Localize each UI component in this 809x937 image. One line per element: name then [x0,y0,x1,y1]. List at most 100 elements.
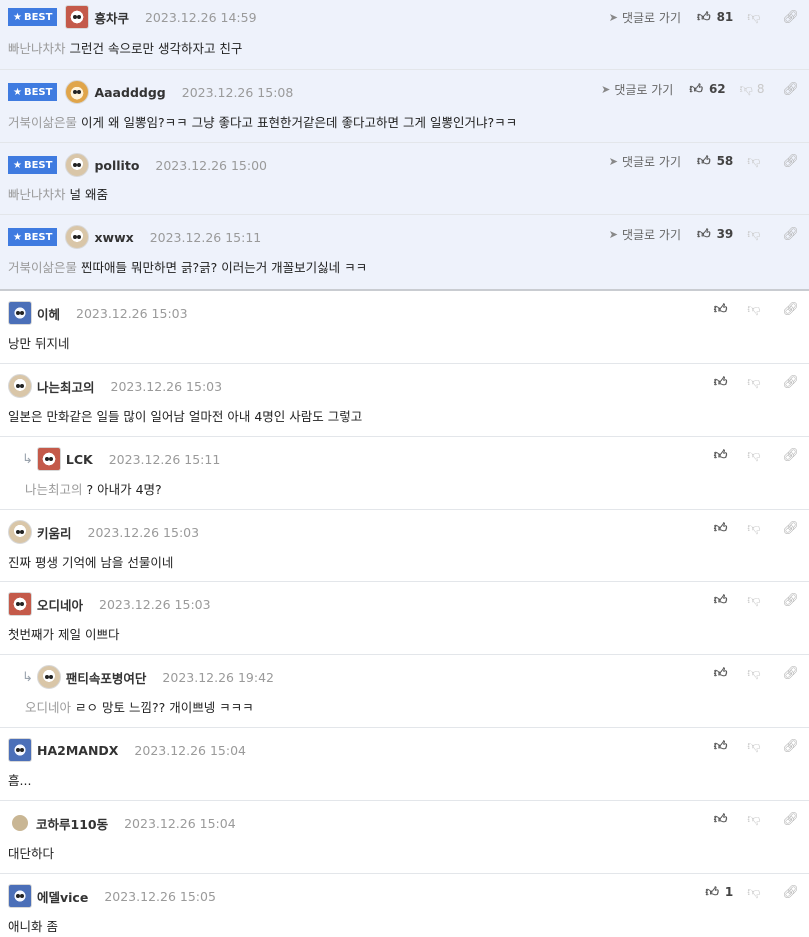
avatar[interactable] [8,301,32,325]
nickname[interactable]: LCK [66,452,93,467]
best-comment-row: ★ BEST 흥차쿠 2023.12.26 14:59 ➤ 댓글로 가기 👍︎ 81 … [0,0,809,70]
best-badge: ★ BEST [8,83,58,101]
link-icon[interactable]: 🔗︎ [782,154,799,169]
navigate-arrow-icon: ➤ [608,10,618,24]
dislike-button[interactable]: 👎︎ [747,227,764,242]
dislike-button[interactable]: 👎︎ [747,375,764,390]
avatar[interactable] [8,592,32,616]
dislike-button[interactable]: 👎︎ [747,521,764,536]
avatar[interactable] [8,520,32,544]
thumb-up-icon: 👍︎ [713,374,728,390]
comment-body: 거북이삶은물 찐따애들 뭐만하면 긁?긁? 이러는거 개꼴보기싫네 ㅋㅋ [8,260,368,275]
goto-comment-link[interactable]: ➤ 댓글로 가기 [601,81,673,98]
avatar[interactable] [36,447,61,471]
reply-target[interactable]: 빠난나차차 [8,41,66,56]
dislike-button[interactable]: 👎︎ [747,812,764,827]
link-icon[interactable]: 🔗︎ [782,82,799,97]
nickname[interactable]: pollito [94,158,139,173]
nickname[interactable]: xwwx [94,230,133,245]
thumb-up-icon: 👍︎ [713,738,728,754]
link-icon[interactable]: 🔗︎ [782,227,799,242]
avatar[interactable] [65,225,90,249]
like-button[interactable]: 👍︎ 81 [697,10,733,25]
link-icon[interactable]: 🔗︎ [782,593,799,608]
avatar[interactable] [8,374,32,398]
goto-comment-link[interactable]: ➤ 댓글로 가기 [609,153,681,170]
comment-body: 대단하다 [8,846,55,861]
avatar[interactable] [36,665,61,689]
reply-target[interactable]: 빠난나차차 [8,187,66,202]
like-button[interactable]: 👍︎ [714,812,734,827]
timestamp: 2023.12.26 15:03 [76,305,188,321]
nickname[interactable]: 에델vice [37,887,88,906]
reply-target[interactable]: 나는최고의 [25,482,83,497]
avatar[interactable] [65,153,90,177]
dislike-button[interactable]: 👎︎ [747,10,764,25]
like-button[interactable]: 👍︎ 39 [697,227,733,242]
dislike-button[interactable]: 👎︎ [747,593,764,608]
thumb-down-icon: 👎︎ [747,374,761,390]
reply-arrow-icon: ↳ [22,669,33,685]
dislike-button[interactable]: 👎︎ [747,739,764,754]
dislike-button[interactable]: 👎︎ [747,885,764,900]
link-icon[interactable]: 🔗︎ [782,885,799,900]
reply-target[interactable]: 거북이삶은물 [8,260,77,275]
link-icon[interactable]: 🔗︎ [782,375,799,390]
like-button[interactable]: 👍︎ 62 [689,82,725,97]
like-button[interactable]: 👍︎ [714,739,734,754]
nickname[interactable]: HA2MANDX [37,743,118,758]
nickname[interactable]: 이헤 [37,304,60,323]
goto-comment-link[interactable]: ➤ 댓글로 가기 [609,226,681,243]
dislike-button[interactable]: 👎︎ [747,154,764,169]
link-icon[interactable]: 🔗︎ [782,448,799,463]
nickname[interactable]: 팬티속포병여단 [66,668,147,687]
reply-target[interactable]: 오디네아 [25,700,71,715]
nickname[interactable]: 키움리 [37,523,72,542]
nickname[interactable]: Aaadddgg [94,85,165,100]
link-icon[interactable]: 🔗︎ [782,739,799,754]
comment-row: 오디네아 2023.12.26 15:03 👍︎ 👎︎ 🔗︎ 첫번째가 제일 이… [0,582,809,655]
comment-body: 진짜 평생 기억에 남을 선물이네 [8,555,174,570]
thumb-down-icon: 👎︎ [747,153,761,169]
nickname[interactable]: 오디네아 [37,595,83,614]
thumb-down-icon: 👎︎ [747,9,761,25]
avatar[interactable] [12,815,28,831]
like-button[interactable]: 👍︎ [714,666,734,681]
comment-body: 첫번째가 제일 이쁘다 [8,627,120,642]
best-comment-row: ★ BEST pollito 2023.12.26 15:00 ➤ 댓글로 가기 👍… [0,143,809,215]
comment-row: 에델vice 2023.12.26 15:05 👍︎ 1 👎︎ 🔗︎ 애니화 좀 [0,874,809,937]
nickname[interactable]: 흥차쿠 [94,8,129,27]
dislike-button[interactable]: 👎︎ [747,448,764,463]
link-icon[interactable]: 🔗︎ [782,302,799,317]
link-icon[interactable]: 🔗︎ [782,666,799,681]
like-button[interactable]: 👍︎ [714,302,734,317]
star-icon: ★ [13,86,22,98]
dislike-button[interactable]: 👎︎ [747,666,764,681]
avatar[interactable] [8,884,32,908]
like-button[interactable]: 👍︎ [714,593,734,608]
link-icon[interactable]: 🔗︎ [782,812,799,827]
goto-comment-link[interactable]: ➤ 댓글로 가기 [609,9,681,26]
avatar[interactable] [8,738,32,762]
dislike-button[interactable]: 👎︎ [747,302,764,317]
like-button[interactable]: 👍︎ 1 [705,885,733,900]
like-button[interactable]: 👍︎ [714,375,734,390]
like-button[interactable]: 👍︎ [714,448,734,463]
nickname[interactable]: 코하루110동 [36,814,108,833]
comment-row: 키움리 2023.12.26 15:03 👍︎ 👎︎ 🔗︎ 진짜 평생 기억에 … [0,510,809,582]
reply-target[interactable]: 거북이삶은물 [8,115,77,130]
like-button[interactable]: 👍︎ [714,521,734,536]
timestamp: 2023.12.26 15:03 [87,524,200,540]
best-badge: ★ BEST [8,228,58,246]
thumb-down-icon: 👎︎ [747,520,761,536]
link-icon[interactable]: 🔗︎ [782,521,799,536]
like-button[interactable]: 👍︎ 58 [697,154,733,169]
timestamp: 2023.12.26 15:11 [108,451,221,467]
navigate-arrow-icon: ➤ [601,82,611,96]
link-icon[interactable]: 🔗︎ [782,10,799,25]
nickname[interactable]: 나는최고의 [37,377,95,396]
avatar[interactable] [65,80,90,104]
best-comment-row: ★ BEST Aaadddgg 2023.12.26 15:08 ➤ 댓글로 가기 … [0,70,809,143]
avatar[interactable] [65,5,90,29]
dislike-button[interactable]: 👎︎ 8 [740,82,765,97]
